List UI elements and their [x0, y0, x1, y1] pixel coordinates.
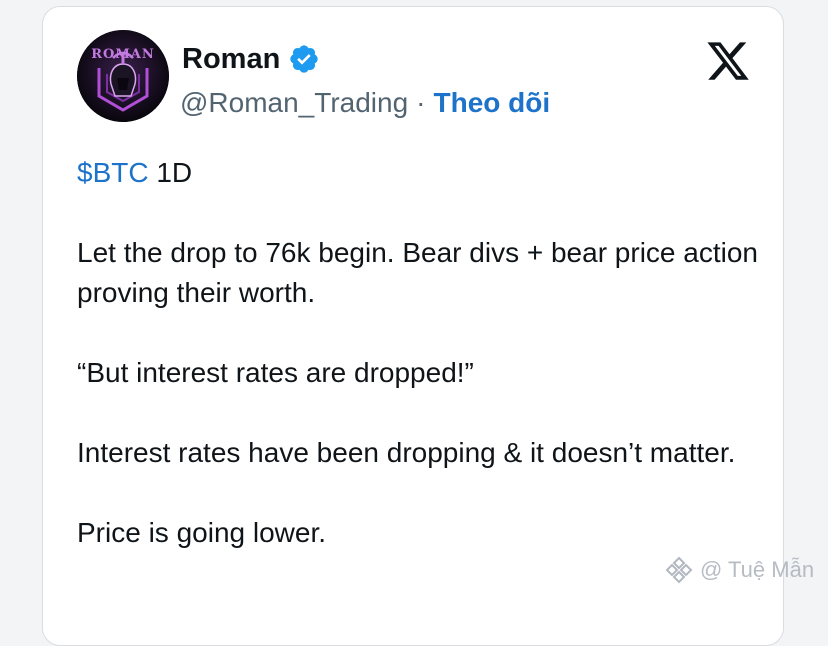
tweet-body: $BTC 1D Let the drop to 76k begin. Bear … — [77, 153, 767, 593]
author-handle[interactable]: @Roman_Trading — [180, 87, 408, 119]
tweet-paragraph: Price is going lower. — [77, 517, 327, 548]
author-name[interactable]: Roman — [182, 43, 280, 76]
binance-logo-icon — [665, 556, 693, 584]
author-name-row: Roman — [182, 41, 320, 77]
tweet-paragraph: Interest rates have been dropping & it d… — [77, 437, 736, 468]
timeframe-text: 1D — [156, 157, 193, 188]
separator-dot: · — [416, 87, 426, 118]
x-logo-icon[interactable] — [705, 38, 751, 84]
tweet-card: ROMAN Roman @Roman_Trading · Theo dõi $B… — [42, 6, 784, 646]
verified-badge-icon — [288, 43, 320, 75]
tweet-paragraph: Let the drop to 76k begin. Bear divs + b… — [77, 237, 758, 308]
watermark: @ Tuệ Mẫn — [664, 554, 814, 586]
avatar-image — [77, 30, 169, 122]
avatar-text: ROMAN — [91, 47, 155, 62]
watermark-text: @ Tuệ Mẫn — [700, 557, 815, 582]
tweet-ticker-line: $BTC 1D — [77, 153, 767, 193]
author-avatar[interactable]: ROMAN — [77, 30, 169, 122]
author-handle-row: @Roman_Trading · Theo dõi — [180, 83, 550, 123]
cashtag-link[interactable]: $BTC — [77, 157, 149, 188]
tweet-paragraph: “But interest rates are dropped!” — [77, 357, 474, 388]
follow-button[interactable]: Theo dõi — [433, 87, 550, 119]
